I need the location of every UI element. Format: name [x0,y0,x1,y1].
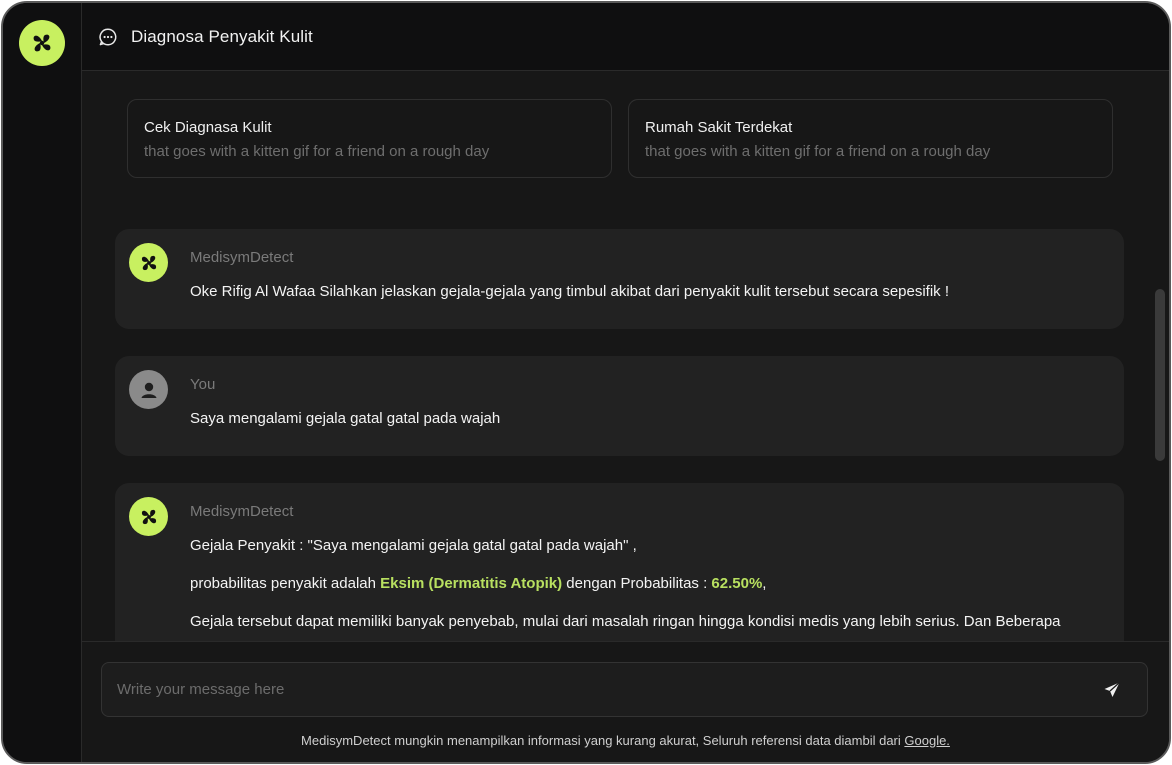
chat-message-user: You Saya mengalami gejala gatal gatal pa… [115,356,1124,456]
suggestion-card-cek-diagnosa[interactable]: Cek Diagnasa Kulit that goes with a kitt… [127,99,612,178]
message-sender: MedisymDetect [190,249,294,266]
message-input[interactable] [102,663,1082,716]
bot-avatar-icon [129,243,168,282]
message-probability-line: probabilitas penyakit adalah Eksim (Derm… [190,574,1104,594]
probability-suffix: , [762,575,767,592]
scrollbar-thumb[interactable] [1155,289,1165,461]
disclaimer-footer: MedisymDetect mungkin menampilkan inform… [82,733,1169,748]
message-text: Oke Rifig Al Wafaa Silahkan jelaskan gej… [190,283,950,300]
message-sender: MedisymDetect [190,503,294,520]
user-avatar-icon [129,370,168,409]
message-sender: You [190,376,216,393]
google-link[interactable]: Google. [904,733,950,748]
probability-mid: dengan Probabilitas : [562,575,712,592]
send-icon[interactable] [1101,679,1123,701]
probability-value: 62.50% [711,575,763,592]
chat-message-bot: MedisymDetect Gejala Penyakit : "Saya me… [115,483,1124,641]
composer-area: MedisymDetect mungkin menampilkan inform… [82,641,1169,762]
message-text: Saya mengalami gejala gatal gatal pada w… [190,410,501,427]
message-explanation-line: Gejala tersebut dapat memiliki banyak pe… [190,613,1061,630]
suggestion-title: Rumah Sakit Terdekat [645,119,793,136]
suggestion-subtitle: that goes with a kitten gif for a friend… [144,143,490,160]
message-composer [101,662,1148,717]
page-title: Diagnosa Penyakit Kulit [131,26,313,46]
suggestion-subtitle: that goes with a kitten gif for a friend… [645,143,991,160]
probability-prefix: probabilitas penyakit adalah [190,575,381,592]
suggestion-title: Cek Diagnasa Kulit [144,119,272,136]
app-window: Diagnosa Penyakit Kulit Cek Diagnasa Kul… [1,1,1171,764]
left-rail [3,3,82,762]
chat-header: Diagnosa Penyakit Kulit [82,3,1169,71]
chat-message-bot: MedisymDetect Oke Rifig Al Wafaa Silahka… [115,229,1124,329]
chat-bubble-icon [98,27,118,47]
disease-name: Eksim (Dermatitis Atopik) [380,575,563,592]
suggestion-cards: Cek Diagnasa Kulit that goes with a kitt… [127,99,1113,178]
clover-logo-icon[interactable] [19,20,65,66]
disclaimer-text: MedisymDetect mungkin menampilkan inform… [301,733,905,748]
message-symptom-line: Gejala Penyakit : "Saya mengalami gejala… [190,537,637,554]
suggestion-card-rumah-sakit[interactable]: Rumah Sakit Terdekat that goes with a ki… [628,99,1113,178]
bot-avatar-icon [129,497,168,536]
chat-area[interactable]: Cek Diagnasa Kulit that goes with a kitt… [82,71,1169,641]
